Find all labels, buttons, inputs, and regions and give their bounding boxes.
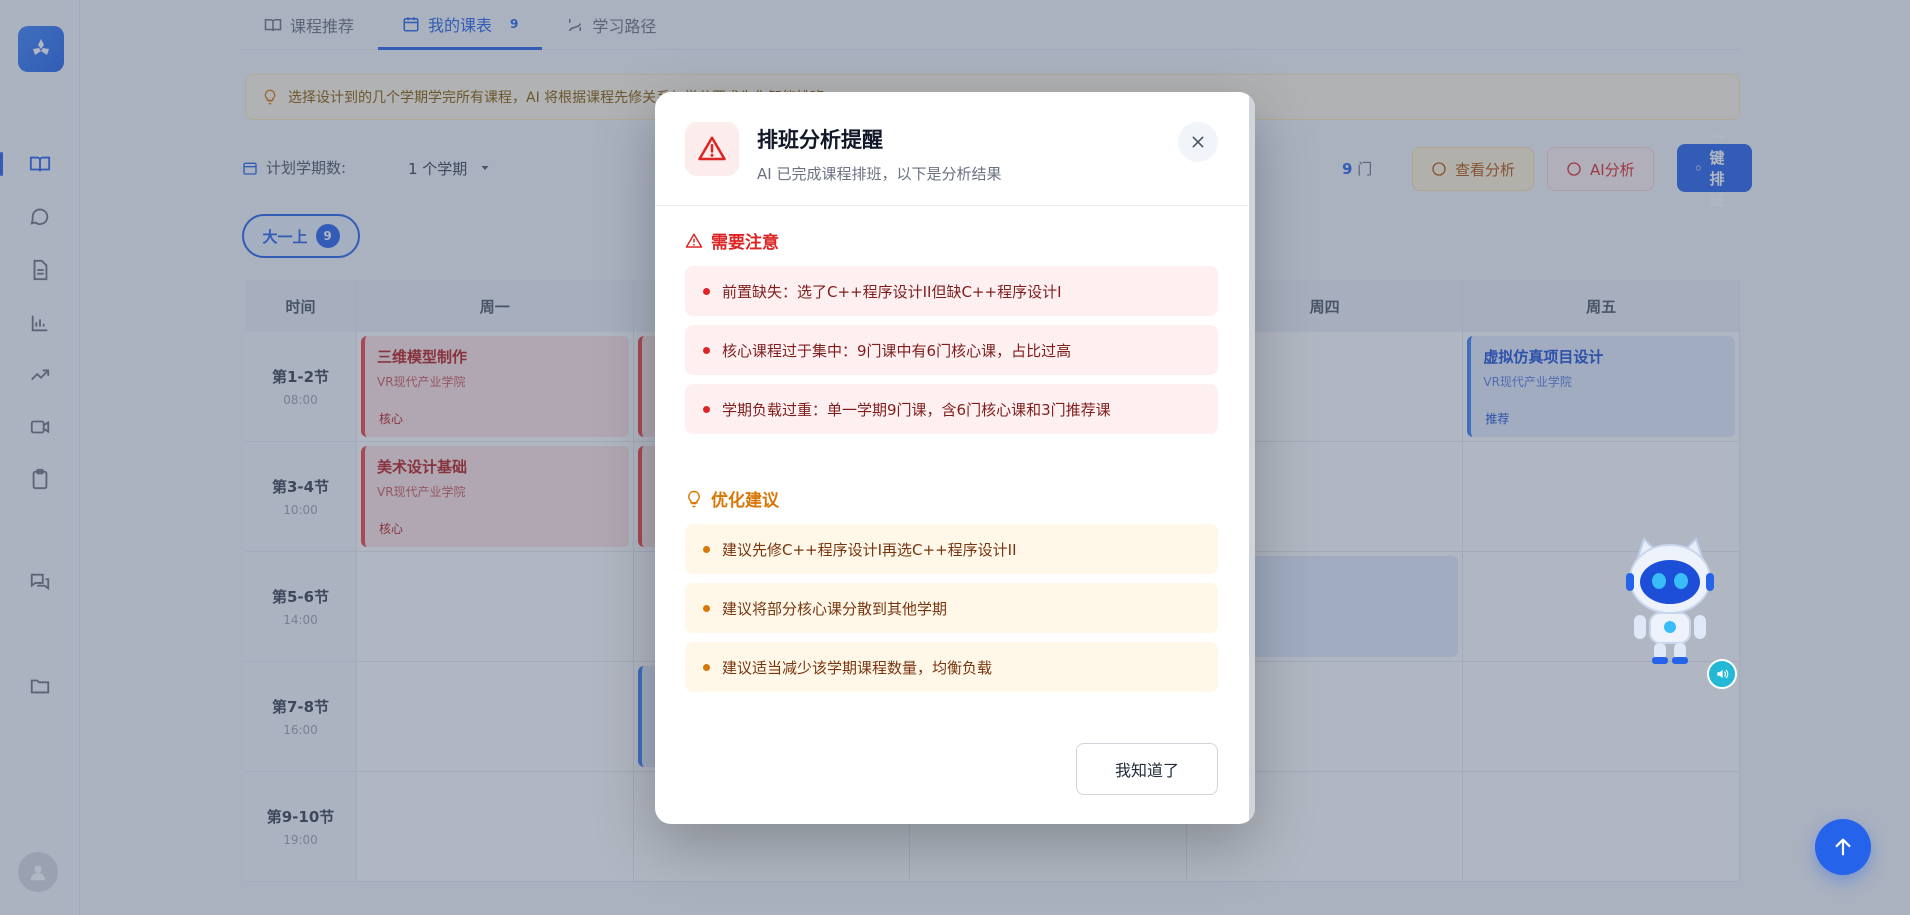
modal-header: 排班分析提醒 AI 已完成课程排班，以下是分析结果: [655, 92, 1248, 206]
bullet-dot: [703, 604, 710, 612]
warning-text: 学期负载过重：单一学期9门课，含6门核心课和3门推荐课: [722, 400, 1111, 419]
close-icon: [1192, 136, 1204, 148]
warning-item: 前置缺失：选了C++程序设计II但缺C++程序设计I: [685, 266, 1218, 316]
modal-icon-box: [685, 122, 739, 176]
suggestion-item: 建议先修C++程序设计I再选C++程序设计II: [685, 524, 1218, 574]
suggestion-section-label: 优化建议: [711, 491, 779, 511]
warning-section-title: 需要注意: [685, 228, 779, 253]
sound-toggle-button[interactable]: [1707, 659, 1737, 689]
bullet-dot: [703, 545, 710, 553]
close-button[interactable]: [1178, 122, 1218, 162]
warning-triangle-icon: [685, 233, 703, 248]
bullet-dot: [703, 405, 710, 413]
warning-triangle-icon: [698, 136, 726, 161]
warning-section-label: 需要注意: [711, 233, 779, 253]
warning-item: 核心课程过于集中：9门课中有6门核心课，占比过高: [685, 325, 1218, 375]
acknowledge-button[interactable]: 我知道了: [1076, 743, 1218, 795]
modal-subtitle: AI 已完成课程排班，以下是分析结果: [757, 165, 1002, 183]
bullet-dot: [703, 346, 710, 354]
arrow-up-icon: [1835, 838, 1851, 856]
suggestion-item: 建议适当减少该学期课程数量，均衡负载: [685, 642, 1218, 692]
speaker-icon: [1717, 669, 1729, 679]
bullet-dot: [703, 663, 710, 671]
lightbulb-icon: [688, 490, 700, 507]
modal-scrollbar[interactable]: [1249, 92, 1255, 824]
robot-assistant[interactable]: [1622, 535, 1718, 665]
suggestion-item: 建议将部分核心课分散到其他学期: [685, 583, 1218, 633]
warning-text: 前置缺失：选了C++程序设计II但缺C++程序设计I: [722, 282, 1062, 301]
back-to-top-button[interactable]: [1815, 819, 1871, 875]
schedule-analysis-modal: 排班分析提醒 AI 已完成课程排班，以下是分析结果 需要注意 前置缺失：选了C+…: [655, 92, 1255, 824]
bullet-dot: [703, 287, 710, 295]
modal-title: 排班分析提醒: [757, 128, 883, 152]
suggestion-text: 建议先修C++程序设计I再选C++程序设计II: [722, 540, 1017, 559]
suggestion-text: 建议适当减少该学期课程数量，均衡负载: [722, 658, 993, 677]
suggestion-section-title: 优化建议: [685, 486, 779, 511]
warning-item: 学期负载过重：单一学期9门课，含6门核心课和3门推荐课: [685, 384, 1218, 434]
robot-mascot-icon: [1626, 537, 1714, 664]
suggestion-text: 建议将部分核心课分散到其他学期: [722, 599, 948, 618]
warning-text: 核心课程过于集中：9门课中有6门核心课，占比过高: [722, 341, 1072, 360]
